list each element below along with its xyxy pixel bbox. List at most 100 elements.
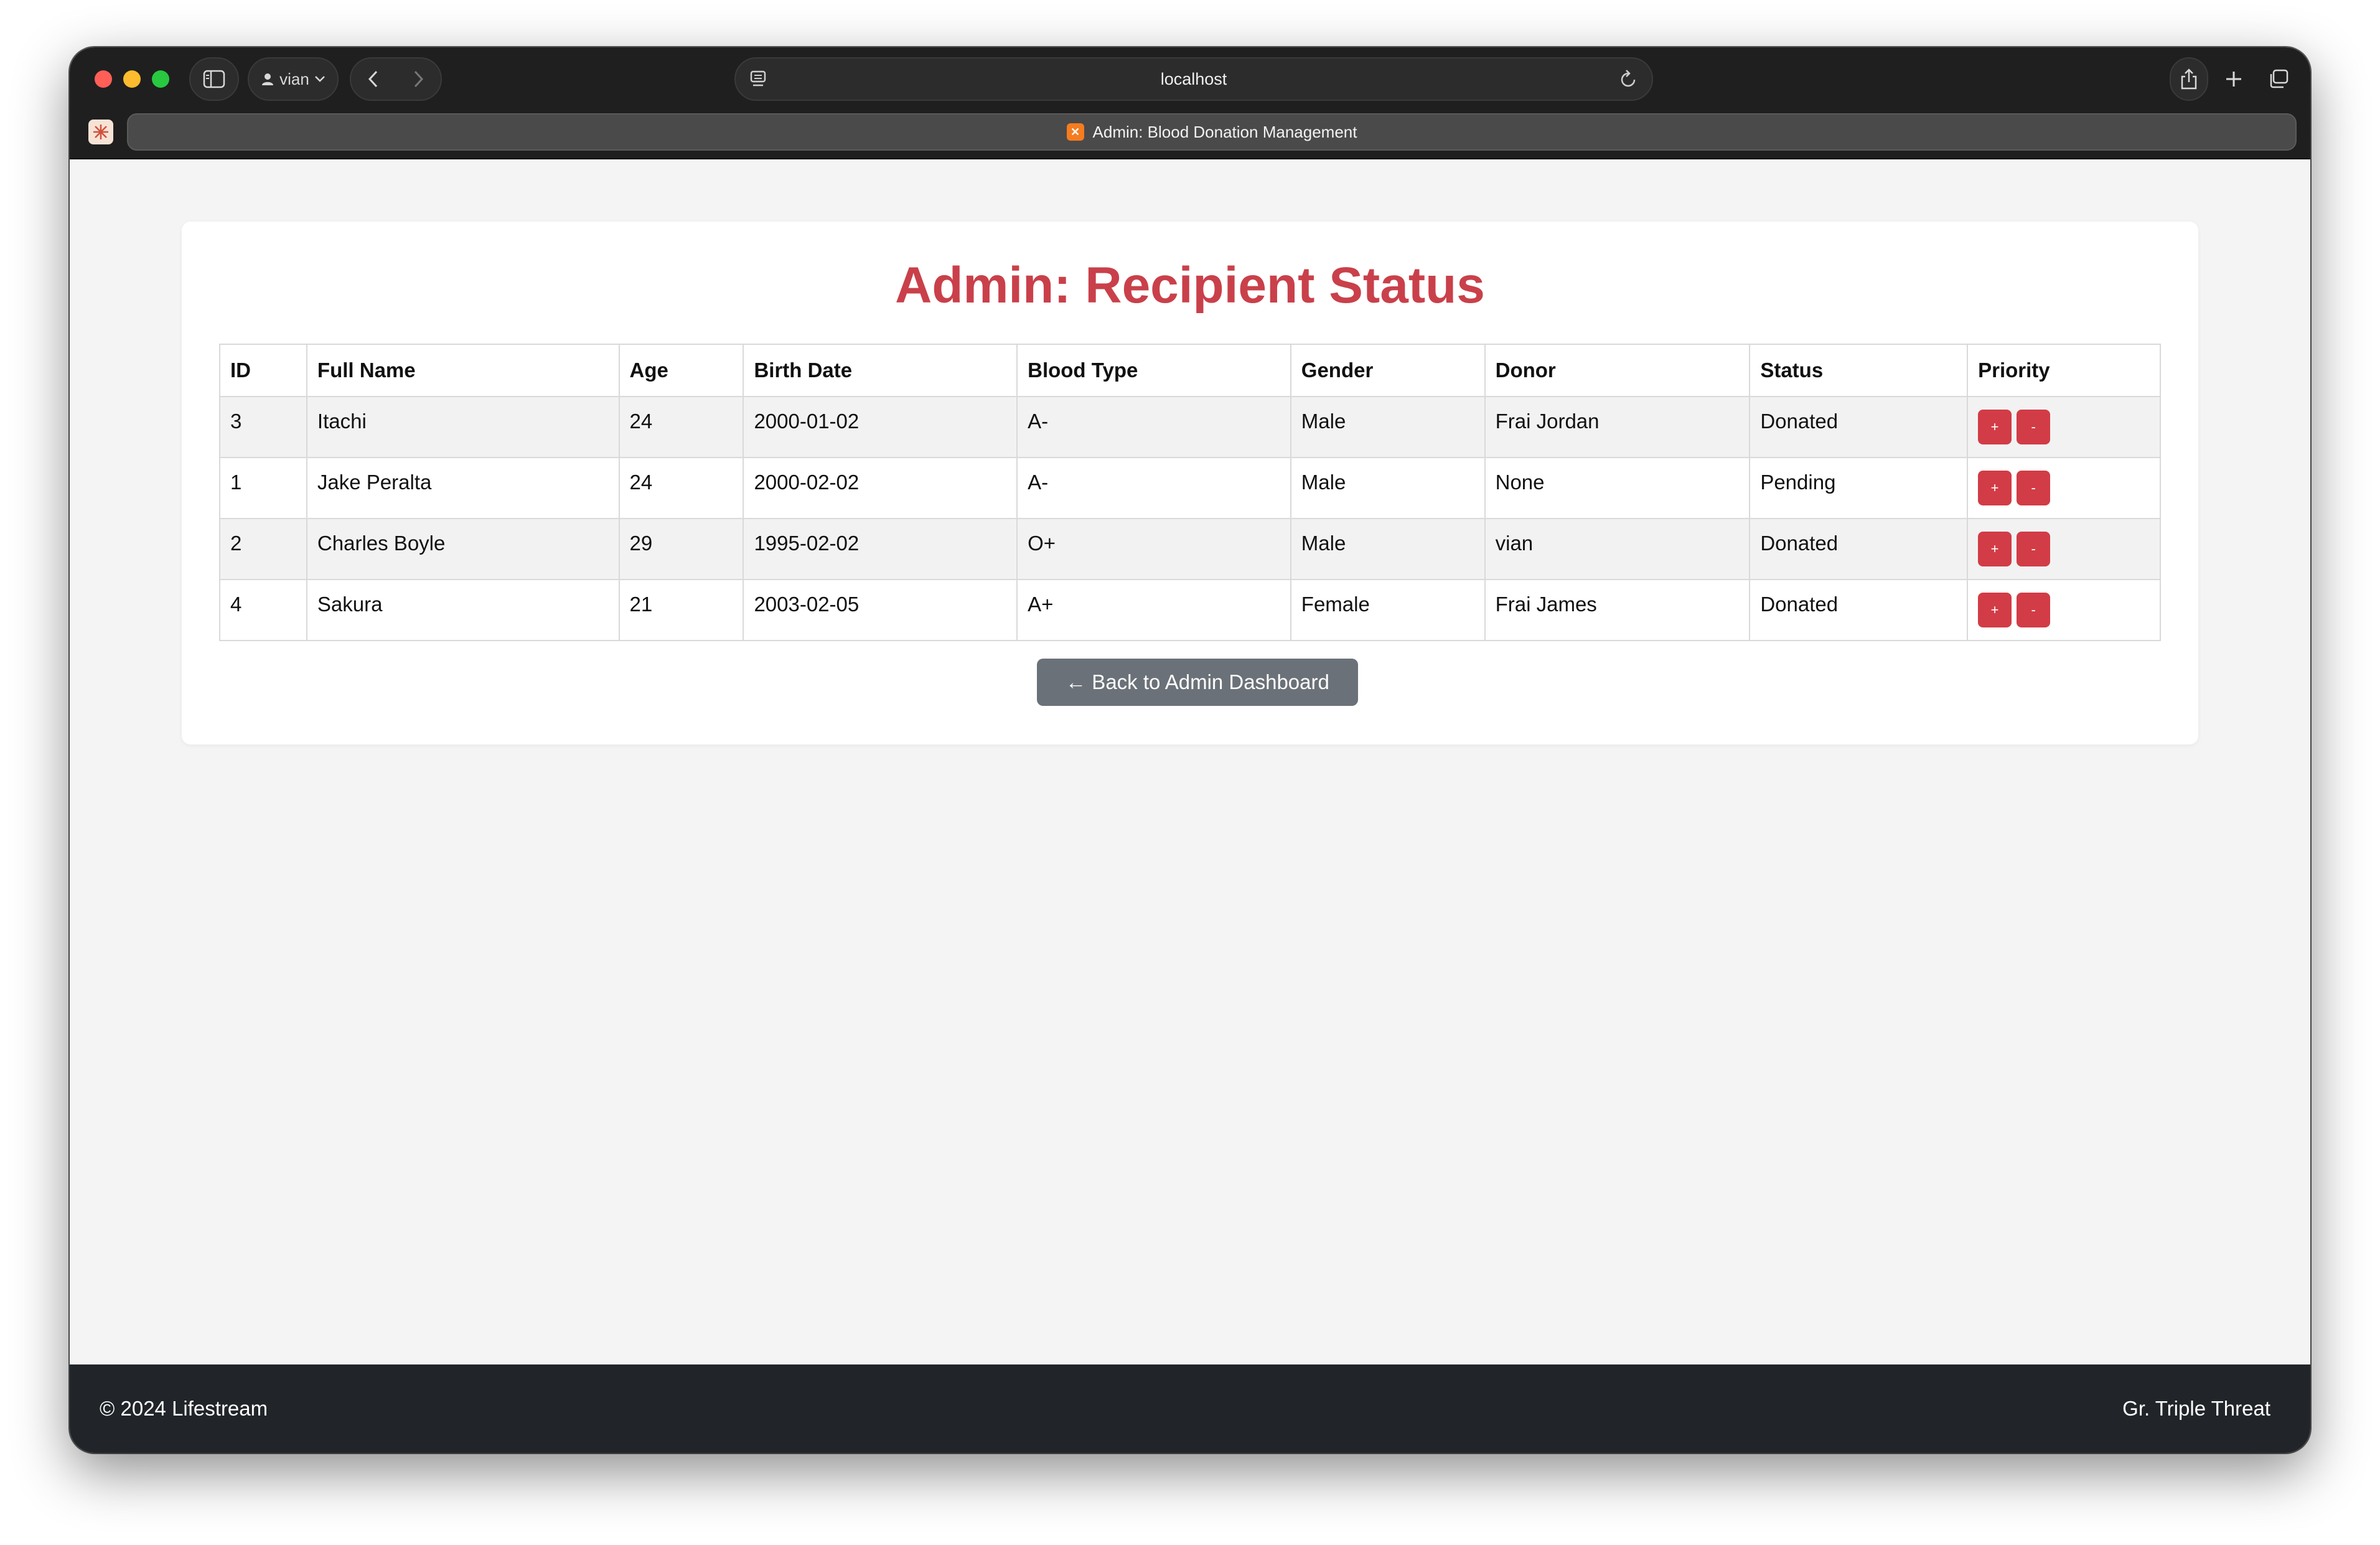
cell-blood-type: A- — [1016, 457, 1291, 519]
decrease-priority-button[interactable]: - — [2017, 532, 2051, 566]
cell-birth-date: 1995-02-02 — [743, 518, 1018, 580]
header-birth-date: Birth Date — [743, 344, 1018, 397]
cell-status: Pending — [1749, 457, 1969, 519]
sidebar-icon — [203, 70, 225, 88]
cell-age: 24 — [618, 457, 744, 519]
starburst-icon — [93, 124, 108, 139]
cell-birth-date: 2000-02-02 — [743, 457, 1018, 519]
cell-gender: Male — [1290, 518, 1486, 580]
footer-credit: Gr. Triple Threat — [2122, 1397, 2270, 1420]
cell-age: 21 — [618, 579, 744, 641]
chevron-down-icon — [314, 76, 325, 82]
tabs-icon — [2270, 69, 2289, 88]
recipient-table: ID Full Name Age Birth Date Blood Type G… — [219, 344, 2161, 641]
cell-gender: Male — [1290, 457, 1486, 519]
page-title: Admin: Recipient Status — [895, 257, 1485, 314]
zoom-window-button[interactable] — [152, 70, 169, 88]
active-tab[interactable]: ✕ Admin: Blood Donation Management — [127, 113, 2297, 151]
increase-priority-button[interactable]: + — [1978, 410, 2012, 444]
cell-birth-date: 2003-02-05 — [743, 579, 1018, 641]
header-status: Status — [1749, 344, 1969, 397]
recipient-status-card: Admin: Recipient Status ID Full Name Age… — [182, 222, 2198, 744]
plus-icon — [2226, 72, 2241, 87]
cell-id: 2 — [219, 518, 307, 580]
decrease-priority-button[interactable]: - — [2017, 471, 2051, 505]
table-row: 4 Sakura 21 2003-02-05 A+ Female Frai Ja… — [219, 579, 2161, 641]
sidebar-toggle-button[interactable] — [189, 57, 239, 101]
cell-gender: Female — [1290, 579, 1486, 641]
header-donor: Donor — [1484, 344, 1751, 397]
cell-blood-type: A- — [1016, 396, 1291, 458]
table-row: 2 Charles Boyle 29 1995-02-02 O+ Male vi… — [219, 518, 2161, 580]
header-id: ID — [219, 344, 307, 397]
tab-overview-button[interactable] — [2259, 57, 2298, 101]
window-controls — [95, 70, 169, 88]
cell-priority: + - — [1967, 457, 2161, 519]
pinned-tab-favicon[interactable] — [88, 120, 113, 144]
header-age: Age — [618, 344, 744, 397]
header-priority: Priority — [1967, 344, 2161, 397]
table-row: 1 Jake Peralta 24 2000-02-02 A- Male Non… — [219, 457, 2161, 519]
cell-priority: + - — [1967, 396, 2161, 458]
cell-age: 24 — [618, 396, 744, 458]
tab-bar: ✕ Admin: Blood Donation Management — [70, 110, 2310, 159]
priority-controls: + - — [1978, 532, 2150, 566]
profile-name: vian — [279, 69, 309, 88]
back-to-dashboard-button[interactable]: ← Back to Admin Dashboard — [1037, 659, 1358, 706]
toolbar-actions — [2170, 57, 2298, 101]
site-footer: © 2024 Lifestream Gr. Triple Threat — [70, 1364, 2310, 1453]
cell-full-name: Itachi — [306, 396, 620, 458]
chevron-left-icon — [368, 70, 378, 88]
footer-copyright: © 2024 Lifestream — [100, 1397, 268, 1420]
priority-controls: + - — [1978, 593, 2150, 627]
cell-full-name: Jake Peralta — [306, 457, 620, 519]
xampp-icon: ✕ — [1066, 123, 1084, 141]
navigation-buttons — [350, 57, 442, 101]
cell-blood-type: A+ — [1016, 579, 1291, 641]
minimize-window-button[interactable] — [123, 70, 141, 88]
cell-id: 3 — [219, 396, 307, 458]
tab-title: Admin: Blood Donation Management — [1092, 122, 1357, 141]
cell-donor: None — [1484, 457, 1751, 519]
cell-donor: Frai Jordan — [1484, 396, 1751, 458]
browser-window: vian localhost ✕ Admin: Blood Donation M… — [70, 47, 2310, 1453]
forward-nav-button[interactable] — [396, 70, 441, 88]
cell-id: 4 — [219, 579, 307, 641]
back-nav-button[interactable] — [351, 70, 396, 88]
cell-birth-date: 2000-01-02 — [743, 396, 1018, 458]
share-button[interactable] — [2170, 57, 2208, 101]
cell-blood-type: O+ — [1016, 518, 1291, 580]
cell-full-name: Charles Boyle — [306, 518, 620, 580]
decrease-priority-button[interactable]: - — [2017, 410, 2051, 444]
new-tab-button[interactable] — [2214, 57, 2253, 101]
header-full-name: Full Name — [306, 344, 620, 397]
table-header-row: ID Full Name Age Birth Date Blood Type G… — [219, 344, 2161, 397]
cell-id: 1 — [219, 457, 307, 519]
page-content: Admin: Recipient Status ID Full Name Age… — [70, 159, 2310, 1364]
increase-priority-button[interactable]: + — [1978, 471, 2012, 505]
person-icon — [262, 73, 274, 85]
cell-full-name: Sakura — [306, 579, 620, 641]
header-gender: Gender — [1290, 344, 1486, 397]
increase-priority-button[interactable]: + — [1978, 593, 2012, 627]
table-row: 3 Itachi 24 2000-01-02 A- Male Frai Jord… — [219, 396, 2161, 458]
header-blood-type: Blood Type — [1016, 344, 1291, 397]
increase-priority-button[interactable]: + — [1978, 532, 2012, 566]
cell-age: 29 — [618, 518, 744, 580]
address-bar[interactable]: localhost — [734, 57, 1653, 101]
browser-toolbar: vian localhost ✕ Admin: Blood Donation M… — [70, 47, 2310, 159]
cell-status: Donated — [1749, 396, 1969, 458]
close-window-button[interactable] — [95, 70, 112, 88]
cell-priority: + - — [1967, 518, 2161, 580]
page-settings-icon — [750, 70, 766, 87]
cell-status: Donated — [1749, 579, 1969, 641]
reload-icon[interactable] — [1618, 68, 1638, 90]
cell-donor: vian — [1484, 518, 1751, 580]
profile-button[interactable]: vian — [248, 57, 339, 101]
url-text: localhost — [1160, 69, 1227, 88]
cell-priority: + - — [1967, 579, 2161, 641]
chevron-right-icon — [414, 70, 424, 88]
decrease-priority-button[interactable]: - — [2017, 593, 2051, 627]
cell-donor: Frai James — [1484, 579, 1751, 641]
priority-controls: + - — [1978, 471, 2150, 505]
